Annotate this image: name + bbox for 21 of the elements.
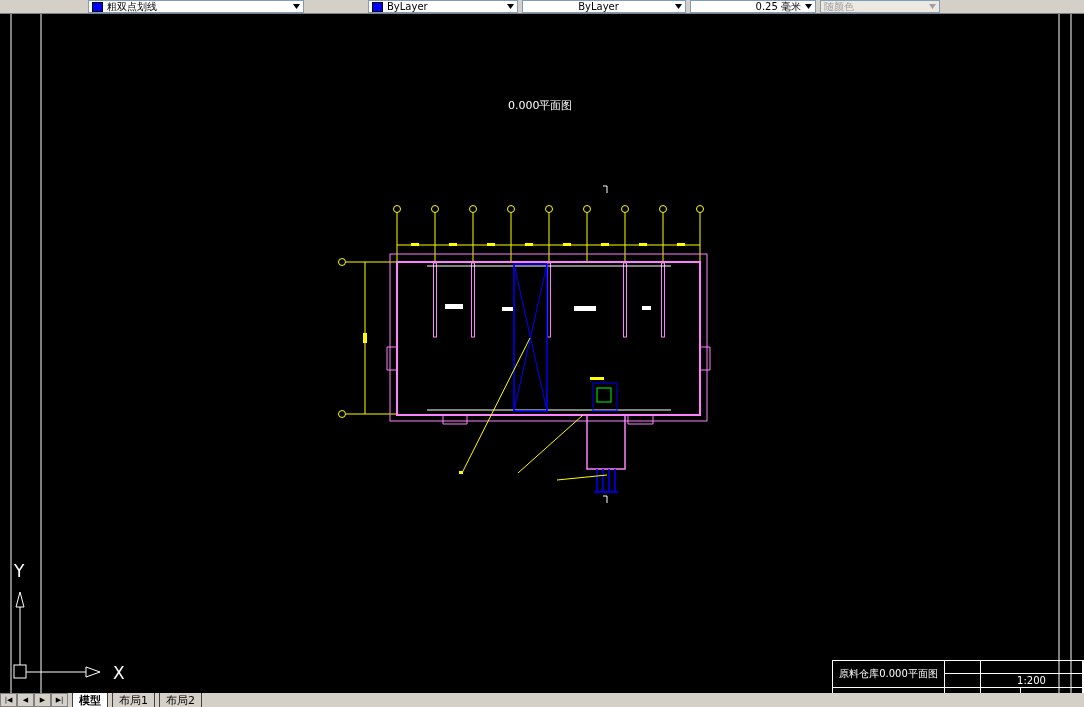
color-swatch <box>372 1 383 12</box>
lineweight-dropdown[interactable]: 0.25 毫米 <box>690 0 816 13</box>
drawing-title: 0.000平面图 <box>508 100 573 111</box>
layout-tab[interactable]: 模型 <box>72 693 108 707</box>
title-block-cell <box>945 674 981 688</box>
caret-icon <box>805 4 812 9</box>
caret-icon <box>293 4 300 9</box>
ucs-icon <box>13 591 101 679</box>
layout-tab[interactable]: 布局2 <box>159 693 202 707</box>
layout-tab[interactable]: 布局1 <box>112 693 155 707</box>
color-dropdown[interactable]: ByLayer <box>368 0 518 13</box>
caret-icon <box>929 4 936 9</box>
y-axis-label: Y <box>14 563 25 580</box>
caret-icon <box>675 4 682 9</box>
linetype-dropdown[interactable]: ByLayer <box>522 0 686 13</box>
scale-text: 1:200 <box>981 674 1083 688</box>
drawing-name: 原料仓库0.000平面图 <box>833 661 945 688</box>
layer-color-swatch <box>92 1 103 12</box>
layer-dropdown[interactable]: 粗双点划线 <box>88 0 304 13</box>
caret-icon <box>507 4 514 9</box>
x-axis-label: X <box>113 665 125 682</box>
